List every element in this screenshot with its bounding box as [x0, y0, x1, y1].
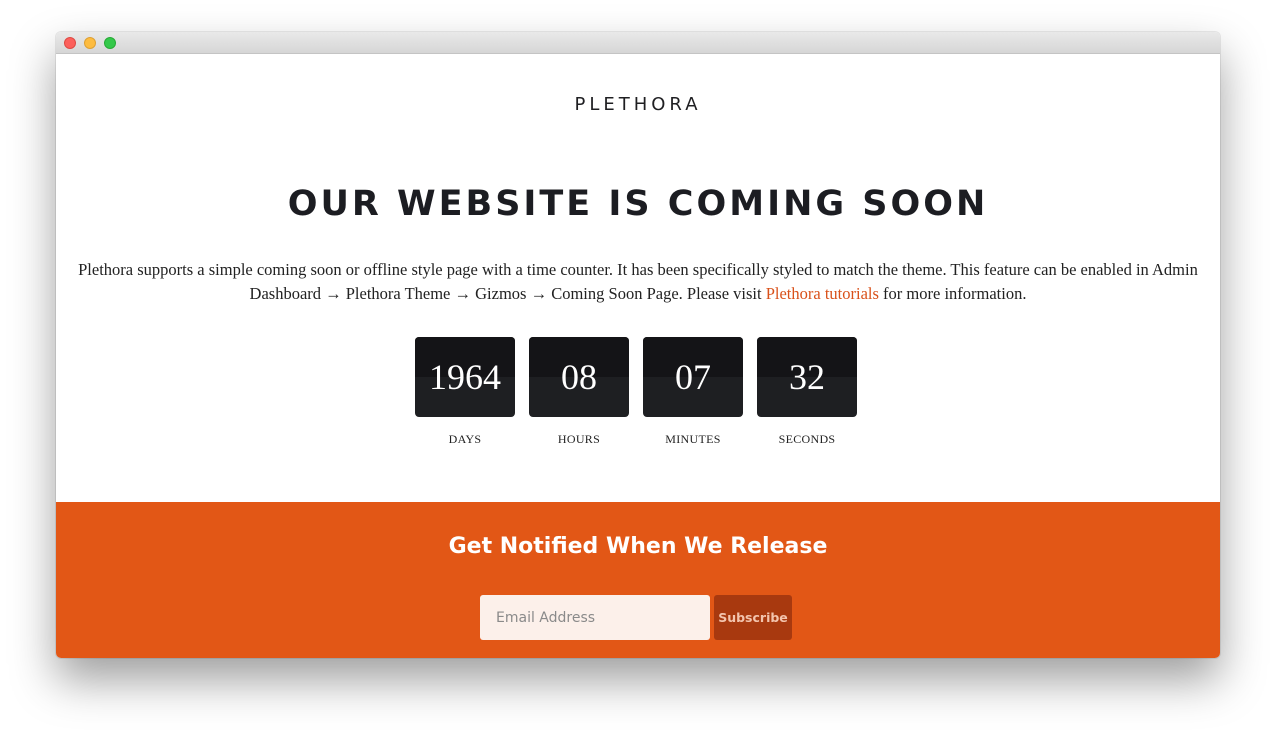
countdown-days-label: DAYS [448, 432, 482, 446]
countdown-hours: 08 HOURS [529, 337, 629, 447]
countdown-days-value: 1964 [415, 337, 515, 417]
browser-window: PLETHORA OUR WEBSITE IS COMING SOON Plet… [56, 32, 1220, 658]
window-titlebar [56, 32, 1220, 54]
countdown-timer: 1964 DAYS 08 HOURS 07 MINUTES 32 SECONDS [415, 337, 857, 447]
countdown-seconds-label: SECONDS [778, 432, 836, 446]
countdown-hours-value: 08 [529, 337, 629, 417]
plethora-tutorials-link[interactable]: Plethora tutorials [766, 284, 879, 303]
countdown-minutes: 07 MINUTES [643, 337, 743, 447]
subscribe-button[interactable]: Subscribe [714, 595, 792, 640]
maximize-window-icon[interactable] [104, 37, 116, 49]
notify-section: Get Notified When We Release Subscribe [56, 502, 1220, 658]
site-logo[interactable]: PLETHORA [56, 94, 1220, 115]
countdown-seconds: 32 SECONDS [757, 337, 857, 447]
close-window-icon[interactable] [64, 37, 76, 49]
email-field[interactable] [480, 595, 710, 640]
notify-title: Get Notified When We Release [448, 534, 828, 559]
countdown-minutes-label: MINUTES [665, 432, 721, 446]
countdown-hours-label: HOURS [557, 432, 601, 446]
page-title: OUR WEBSITE IS COMING SOON [287, 184, 989, 224]
countdown-seconds-value: 32 [757, 337, 857, 417]
countdown-minutes-value: 07 [643, 337, 743, 417]
countdown-days: 1964 DAYS [415, 337, 515, 447]
minimize-window-icon[interactable] [84, 37, 96, 49]
page-description: Plethora supports a simple coming soon o… [64, 258, 1212, 306]
description-text-end: for more information. [878, 284, 1027, 303]
description-text: Plethora supports a simple coming soon o… [78, 260, 1198, 303]
